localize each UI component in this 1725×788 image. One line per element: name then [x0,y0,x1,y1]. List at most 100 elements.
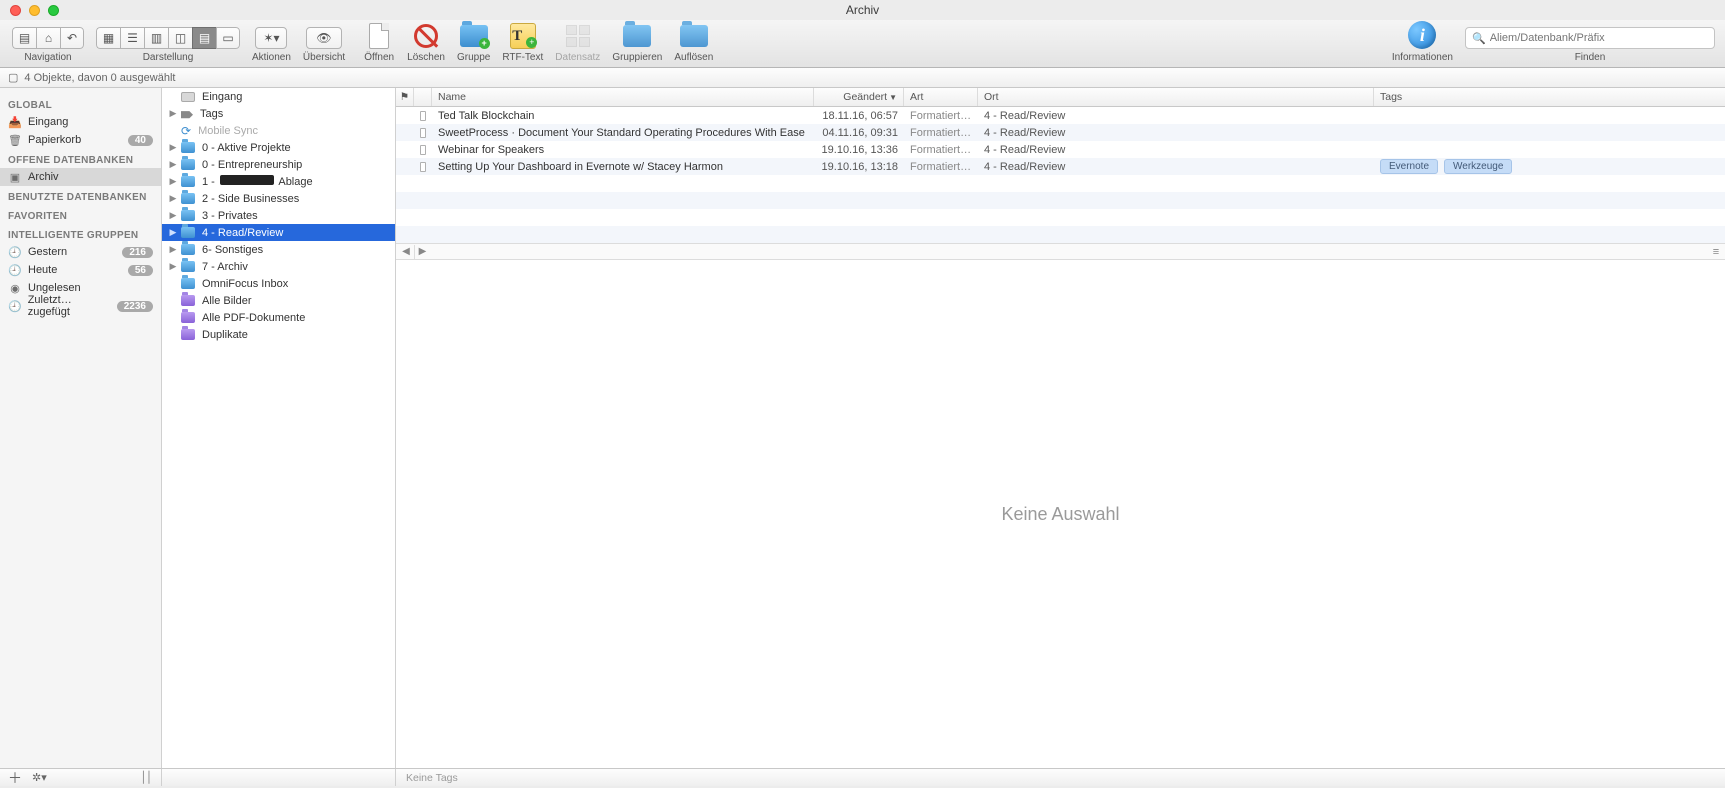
tree-item[interactable]: Alle Bilder [162,292,395,309]
row-checkbox[interactable] [420,128,426,138]
column-date[interactable]: Geändert ▼ [814,88,904,106]
main-pane: ⚑ Name Geändert ▼ Art Ort Tags Ted Talk … [396,88,1725,768]
tag-pill[interactable]: Werkzeuge [1444,159,1512,174]
row-checkbox[interactable] [420,145,426,155]
group-by-action[interactable]: Gruppieren [612,23,662,63]
tree-item[interactable]: ▶0 - Aktive Projekte [162,139,395,156]
column-check[interactable] [414,88,432,106]
column-kind[interactable]: Art [904,88,978,106]
gear-menu-button[interactable]: ✲▾ [32,771,47,784]
row-name: Setting Up Your Dashboard in Evernote w/… [432,161,814,173]
tree-item[interactable]: ▶3 - Privates [162,207,395,224]
table-row[interactable]: SweetProcess · Document Your Standard Op… [396,124,1725,141]
open-action[interactable]: Öffnen [363,23,395,63]
tree-item[interactable]: ▶1 - Ablage [162,173,395,190]
sidebar-item[interactable]: 🕘Heute56 [0,261,161,279]
row-location: 4 - Read/Review [978,127,1374,139]
info-icon[interactable]: i [1408,21,1436,49]
open-label: Öffnen [364,52,394,63]
row-date: 04.11.16, 09:31 [814,127,904,139]
ungroup-action[interactable]: Auflösen [674,23,713,63]
view-split-button[interactable]: ◫ [168,27,192,49]
nav-home-button[interactable]: ⌂ [36,27,60,49]
tree-item[interactable]: ▶0 - Entrepreneurship [162,156,395,173]
table-row[interactable]: Setting Up Your Dashboard in Evernote w/… [396,158,1725,175]
quicklook-button[interactable]: 👁 [306,27,342,49]
view-columns-button[interactable]: ▥ [144,27,168,49]
nav-up-button[interactable]: ↶ [60,27,84,49]
view-list-button[interactable]: ☰ [120,27,144,49]
view-icons-button[interactable]: ▦ [96,27,120,49]
tree-item[interactable]: ▶Tags [162,105,395,122]
column-location[interactable]: Ort [978,88,1374,106]
disclosure-triangle-icon[interactable]: ▶ [168,261,178,272]
tree-item[interactable]: Duplikate [162,326,395,343]
disclosure-triangle-icon[interactable]: ▶ [168,108,178,119]
db-icon: ▣ [8,171,22,184]
document-mini-icon: ▢ [8,71,18,84]
folder-icon [181,278,195,289]
row-checkbox[interactable] [420,111,426,121]
sidebar-item[interactable]: 🕘Zuletzt…zugefügt2236 [0,297,161,315]
sidebar-resize-grip[interactable]: ⎢⎢ [142,771,153,784]
disclosure-triangle-icon[interactable]: ▶ [168,227,178,238]
search-input[interactable] [1490,32,1708,44]
new-group-action[interactable]: + Gruppe [457,23,490,63]
path-back-button[interactable]: ◀ [398,245,414,259]
sidebar-item[interactable]: ▣Archiv [0,168,161,186]
add-button[interactable]: ＋ [8,768,22,788]
disclosure-triangle-icon[interactable]: ▶ [168,159,178,170]
disclosure-triangle-icon[interactable]: ▶ [168,193,178,204]
tree-item[interactable]: Eingang [162,88,395,105]
table-row[interactable]: Webinar for Speakers19.10.16, 13:36Forma… [396,141,1725,158]
sidebar-item[interactable]: 🕘Gestern216 [0,243,161,261]
tag-icon [181,108,193,120]
tree-item[interactable]: ▶7 - Archiv [162,258,395,275]
view-cover-button[interactable]: ▭ [216,27,240,49]
tree-item[interactable]: ⟳Mobile Sync [162,122,395,139]
column-tags[interactable]: Tags [1374,88,1725,106]
tree-item-label: 6- Sonstiges [202,244,263,256]
path-fwd-button[interactable]: ▶ [414,245,430,259]
status-bar: ＋ ✲▾ ⎢⎢ Keine Tags [0,768,1725,786]
new-rtf-action[interactable]: T+ RTF-Text [502,23,543,63]
delete-action[interactable]: Löschen [407,23,445,63]
row-location: 4 - Read/Review [978,161,1374,173]
view-three-pane-button[interactable]: ▤ [192,27,216,49]
disclosure-triangle-icon[interactable]: ▶ [168,244,178,255]
folder-icon [181,142,195,153]
sidebar-item-label: Papierkorb [28,134,81,146]
disclosure-triangle-icon[interactable]: ▶ [168,142,178,153]
tree-item[interactable]: ▶2 - Side Businesses [162,190,395,207]
tag-pill[interactable]: Evernote [1380,159,1438,174]
sidebar: GLOBAL📥Eingang🗑Papierkorb40OFFENE DATENB… [0,88,162,768]
row-checkbox[interactable] [420,162,426,172]
rtf-icon: T+ [510,23,536,49]
smart-folder-icon [181,295,195,306]
tree-item[interactable]: OmniFocus Inbox [162,275,395,292]
tree-item[interactable]: Alle PDF-Dokumente [162,309,395,326]
clock-icon: 🕘 [8,300,22,313]
tree-item-label: Mobile Sync [198,125,258,137]
disclosure-triangle-icon[interactable]: ▶ [168,176,178,187]
tree-item[interactable]: ▶ 6- Sonstiges [162,241,395,258]
nav-back-button[interactable]: ▤ [12,27,36,49]
actions-menu-button[interactable]: ✶▾ [255,27,287,49]
inbox-icon: 📥 [8,116,22,129]
sidebar-item[interactable]: 🗑Papierkorb40 [0,131,161,149]
column-flag[interactable]: ⚑ [396,88,414,106]
table-row[interactable]: Ted Talk Blockchain18.11.16, 06:57Format… [396,107,1725,124]
table-row [396,192,1725,209]
sidebar-item[interactable]: 📥Eingang [0,113,161,131]
tree-item-label: Alle PDF-Dokumente [202,312,305,324]
sort-arrow-icon: ▼ [889,93,897,102]
column-name[interactable]: Name [432,88,814,106]
search-field[interactable]: 🔍 [1465,27,1715,49]
path-menu-icon[interactable]: ≡ [1709,246,1723,258]
row-kind: Formatierte… [904,161,978,173]
tree-item[interactable]: ▶4 - Read/Review [162,224,395,241]
row-name: Ted Talk Blockchain [432,110,814,122]
view-mode-group: ▦ ☰ ▥ ◫ ▤ ▭ [96,27,240,49]
disclosure-triangle-icon[interactable]: ▶ [168,210,178,221]
ungroup-label: Auflösen [674,52,713,63]
